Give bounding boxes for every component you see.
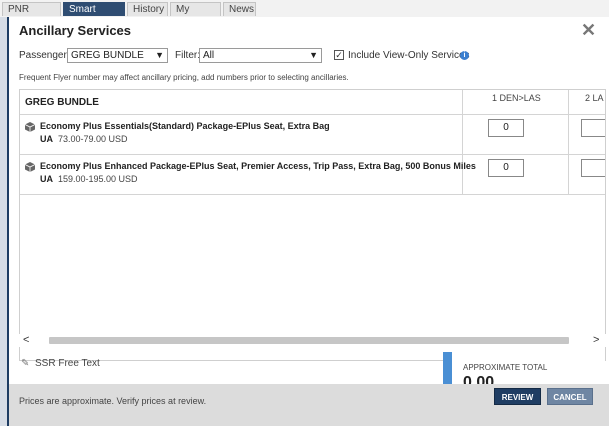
- package-icon: [25, 162, 35, 172]
- quantity-input[interactable]: 0: [488, 159, 524, 177]
- price-range: 73.00-79.00 USD: [58, 134, 128, 144]
- horizontal-scrollbar[interactable]: < >: [19, 334, 606, 347]
- include-view-only-checkbox[interactable]: ✓: [334, 50, 344, 60]
- pencil-icon: ✎: [21, 358, 30, 369]
- segment-header-1: 1 DEN>LAS: [492, 93, 541, 103]
- carrier-code: UA: [40, 174, 53, 184]
- ancillary-services-dialog: Ancillary Services ✕ Passenger: GREG BUN…: [9, 17, 609, 426]
- include-view-only-label: Include View-Only Services: [348, 50, 470, 61]
- quantity-input-segment-2[interactable]: [581, 119, 605, 137]
- footer-message: Prices are approximate. Verify prices at…: [19, 396, 207, 406]
- frequent-flyer-note: Frequent Flyer number may affect ancilla…: [19, 73, 349, 82]
- passenger-header: GREG BUNDLE: [25, 97, 99, 108]
- passenger-select[interactable]: GREG BUNDLE ▼: [67, 48, 168, 63]
- package-icon: [25, 122, 35, 132]
- dialog-title: Ancillary Services: [19, 23, 132, 38]
- filter-label: Filter:: [175, 50, 200, 61]
- carrier-code: UA: [40, 134, 53, 144]
- left-sidebar-strip: [0, 17, 9, 426]
- quantity-input-segment-2[interactable]: [581, 159, 605, 177]
- tab-news[interactable]: News: [223, 2, 256, 16]
- table-row: Economy Plus Enhanced Package-EPlus Seat…: [20, 155, 605, 195]
- chevron-down-icon: ▼: [155, 50, 164, 60]
- package-name: Economy Plus Essentials(Standard) Packag…: [40, 121, 330, 131]
- ancillary-grid: GREG BUNDLE 1 DEN>LAS 2 LA Economy Plus …: [19, 89, 606, 361]
- passenger-label: Passenger:: [19, 50, 70, 61]
- review-button[interactable]: REVIEW: [494, 388, 541, 405]
- filter-select-value: All: [203, 50, 215, 61]
- scroll-left-arrow-icon[interactable]: <: [23, 334, 29, 347]
- cancel-button[interactable]: CANCEL: [547, 388, 593, 405]
- table-row: Economy Plus Essentials(Standard) Packag…: [20, 115, 605, 155]
- total-label: APPROXIMATE TOTAL: [463, 363, 548, 372]
- close-icon[interactable]: ✕: [581, 20, 596, 41]
- info-icon[interactable]: i: [460, 51, 469, 60]
- dialog-footer: Prices are approximate. Verify prices at…: [9, 384, 609, 426]
- tab-history[interactable]: History: [127, 2, 168, 16]
- ssr-label: SSR Free Text: [35, 358, 100, 369]
- passenger-select-value: GREG BUNDLE: [71, 50, 144, 61]
- tab-pnr-viewer[interactable]: PNR Viewer: [2, 2, 61, 29]
- grid-header: GREG BUNDLE 1 DEN>LAS 2 LA: [20, 90, 605, 115]
- scroll-right-arrow-icon[interactable]: >: [593, 334, 599, 347]
- quantity-input[interactable]: 0: [488, 119, 524, 137]
- price-range: 159.00-195.00 USD: [58, 174, 138, 184]
- ssr-free-text-link[interactable]: ✎ SSR Free Text: [21, 358, 100, 369]
- chevron-down-icon: ▼: [309, 50, 318, 60]
- tab-bar: PNR Viewer Smart Panel History My Links …: [0, 0, 609, 29]
- tab-smart-panel[interactable]: Smart Panel: [63, 2, 125, 29]
- tab-my-links[interactable]: My Links: [170, 2, 221, 29]
- filter-select[interactable]: All ▼: [199, 48, 322, 63]
- scrollbar-thumb[interactable]: [49, 337, 569, 344]
- package-name: Economy Plus Enhanced Package-EPlus Seat…: [40, 161, 476, 171]
- segment-header-2: 2 LA: [585, 93, 604, 103]
